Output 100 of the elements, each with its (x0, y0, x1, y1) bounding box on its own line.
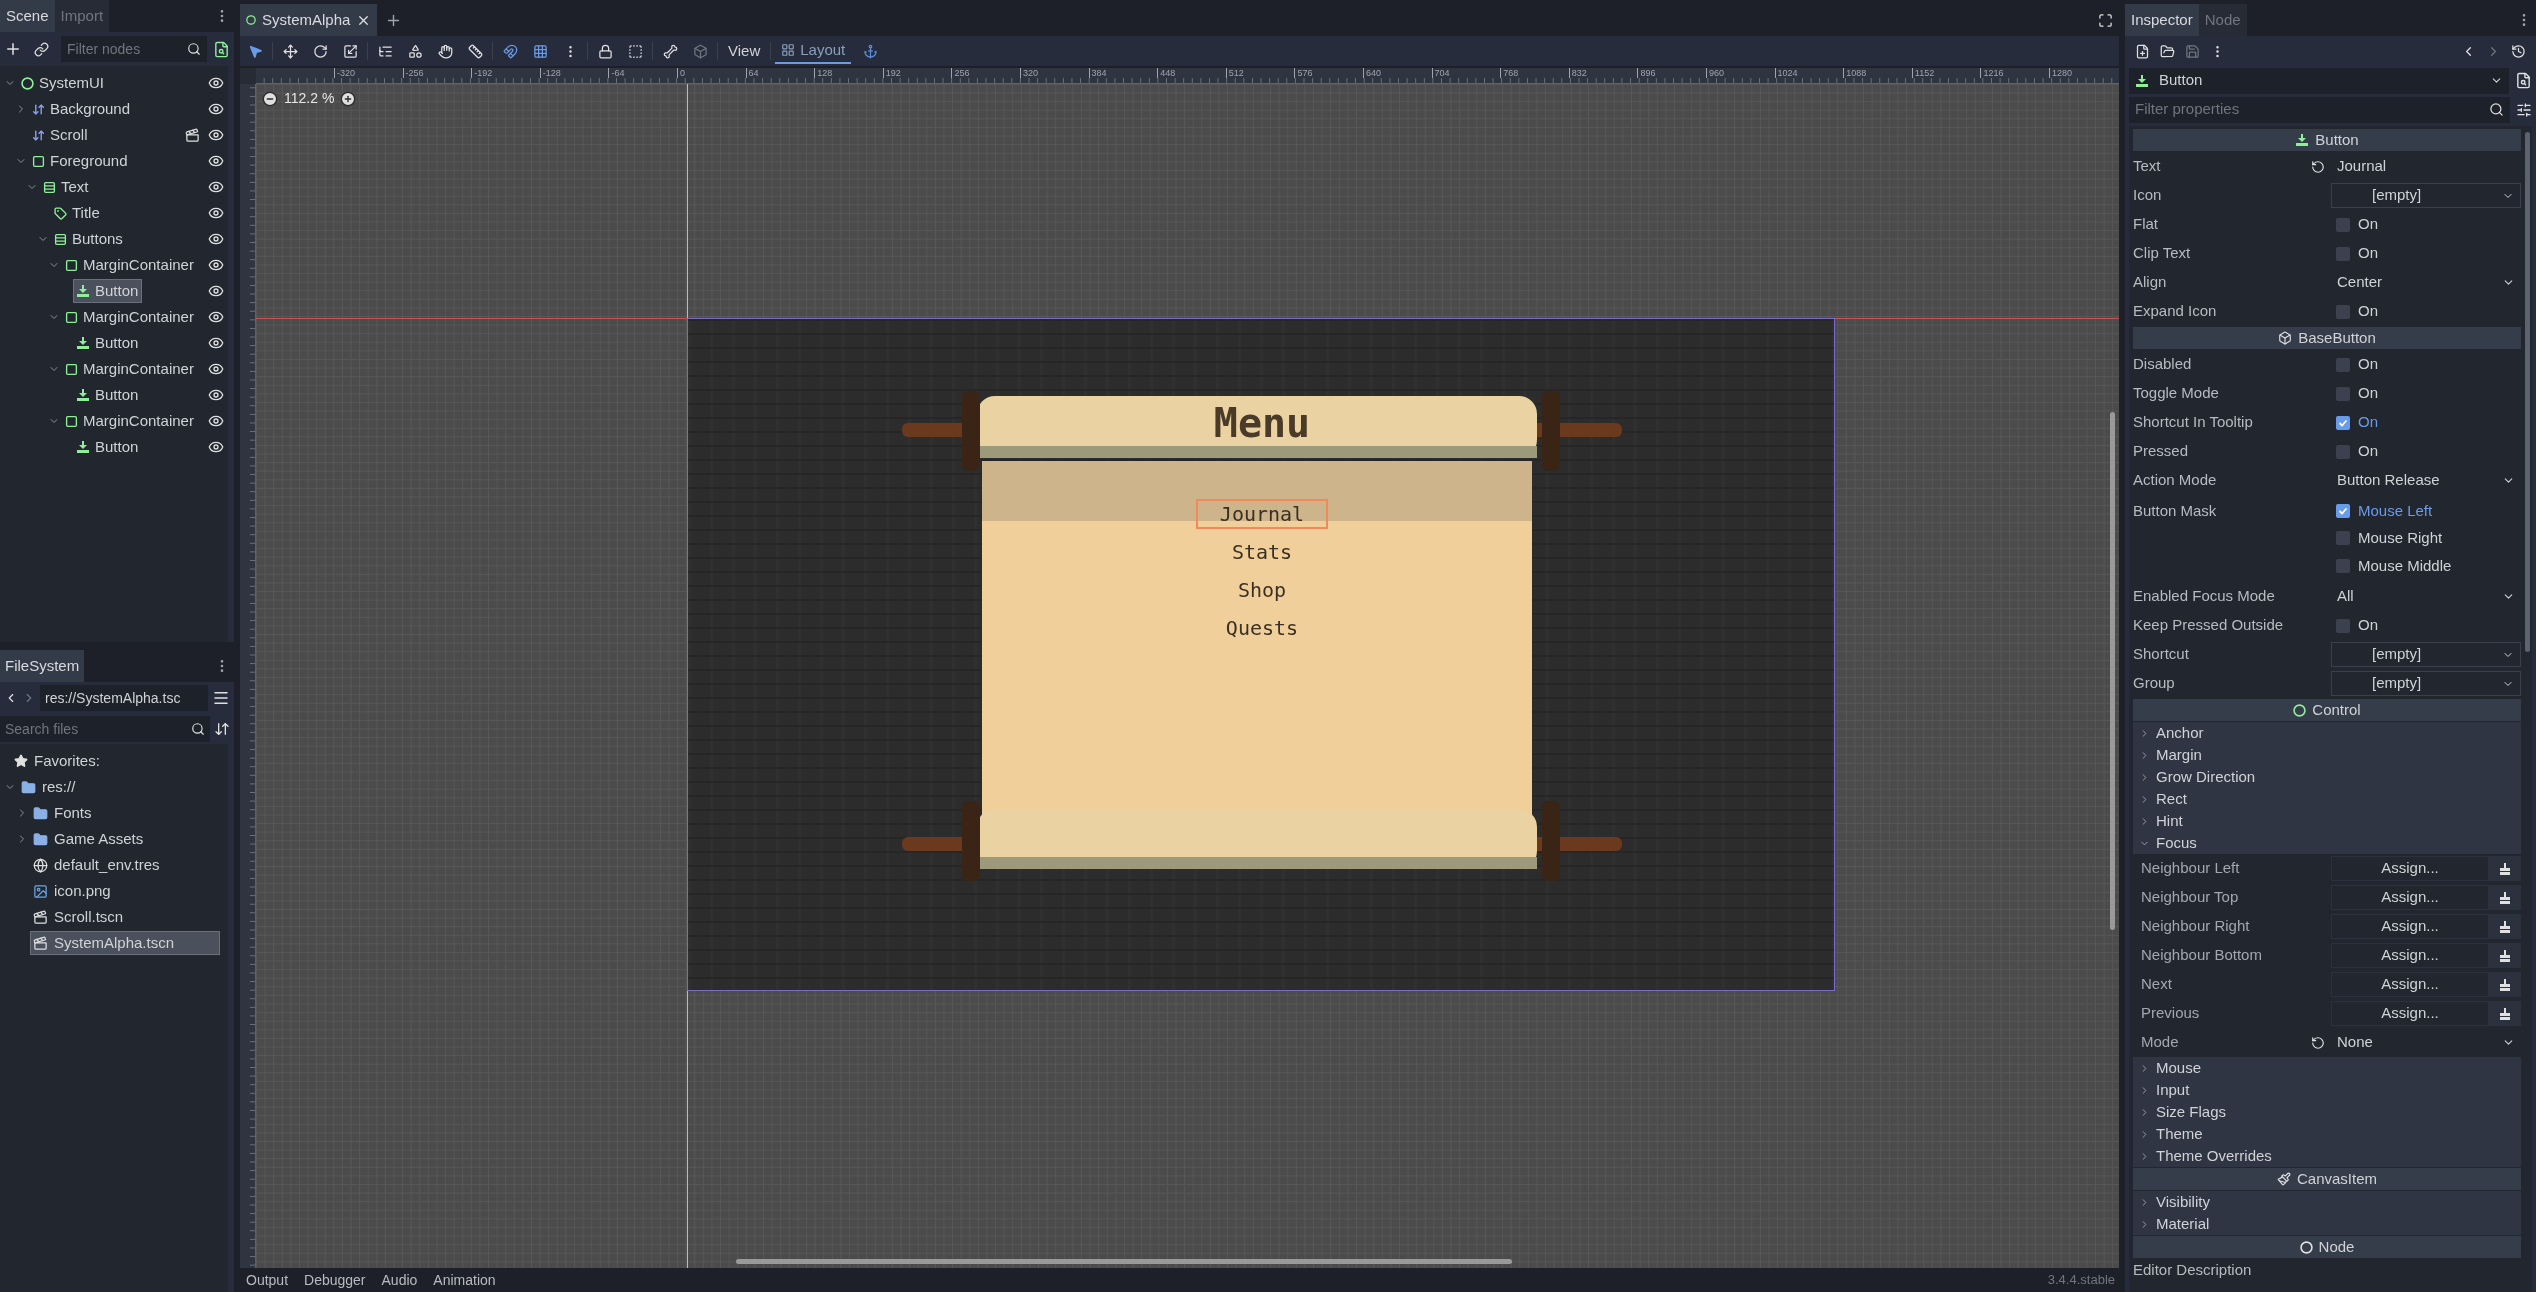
menu-button[interactable]: Journal (1195, 499, 1329, 529)
checkbox[interactable] (2336, 304, 2350, 319)
resource-picker[interactable]: [empty] (2331, 671, 2521, 696)
scale-icon[interactable] (342, 43, 358, 59)
layout-menu[interactable]: Layout (775, 38, 852, 64)
file-tree-item[interactable]: Scroll.tscn (30, 905, 220, 929)
group-select-icon[interactable] (627, 43, 643, 59)
file-tree-item[interactable]: Fonts (30, 801, 220, 825)
dock-tab[interactable]: Inspector (2125, 4, 2199, 36)
scene-tree-item[interactable]: Title (51, 201, 103, 225)
rotate-icon[interactable] (312, 43, 328, 59)
revert-icon[interactable] (2311, 159, 2325, 174)
script-add-icon[interactable] (213, 40, 230, 58)
docs-icon[interactable] (2515, 72, 2532, 89)
property-group[interactable]: Input (2133, 1079, 2521, 1101)
settings-icon[interactable] (2516, 101, 2532, 118)
visibility-eye-icon[interactable] (208, 127, 224, 143)
anchor-icon[interactable] (863, 43, 879, 59)
checkbox[interactable] (2336, 444, 2350, 459)
open-icon[interactable] (2160, 43, 2175, 59)
assign-button[interactable]: Assign... (2331, 943, 2489, 968)
resource-picker[interactable]: [empty] (2331, 642, 2521, 667)
assign-button[interactable]: Assign... (2331, 914, 2489, 939)
property-group[interactable]: Material (2133, 1213, 2521, 1235)
view-menu[interactable]: View (722, 38, 767, 64)
scene-tree-item[interactable]: Button (73, 331, 142, 355)
link-icon[interactable] (34, 41, 49, 57)
sort-icon[interactable] (214, 721, 230, 737)
history-icon[interactable] (2511, 43, 2526, 59)
property-group[interactable]: Grow Direction (2133, 766, 2521, 788)
scene-tree-item[interactable]: Button (73, 435, 142, 459)
list-tree-icon[interactable] (377, 43, 393, 59)
clear-button[interactable] (2489, 972, 2521, 997)
visibility-eye-icon[interactable] (208, 387, 224, 403)
clapperboard-icon[interactable] (185, 127, 200, 143)
bottom-panel-tab[interactable]: Debugger (298, 1269, 372, 1291)
ruler-icon[interactable] (467, 43, 483, 59)
property-group[interactable]: Margin (2133, 744, 2521, 766)
assign-button[interactable]: Assign... (2331, 856, 2489, 881)
visibility-eye-icon[interactable] (208, 335, 224, 351)
checkbox[interactable] (2336, 386, 2350, 401)
bottom-panel-tab[interactable]: Audio (375, 1269, 424, 1291)
save-icon[interactable] (2185, 43, 2200, 59)
property-group[interactable]: Rect (2133, 788, 2521, 810)
checkbox[interactable] (2336, 246, 2350, 261)
visibility-eye-icon[interactable] (208, 309, 224, 325)
clear-button[interactable] (2489, 914, 2521, 939)
property-group[interactable]: Hint (2133, 810, 2521, 832)
zoom-out-icon[interactable] (262, 90, 278, 107)
scene-tree-item[interactable]: MarginContainer (62, 409, 197, 433)
add-icon[interactable] (4, 40, 22, 58)
visibility-eye-icon[interactable] (208, 361, 224, 377)
assign-button[interactable]: Assign... (2331, 1001, 2489, 1026)
clear-button[interactable] (2489, 856, 2521, 881)
document-tab[interactable]: SystemAlpha (240, 4, 378, 36)
property-group[interactable]: Visibility (2133, 1191, 2521, 1213)
checkbox[interactable] (2336, 357, 2350, 372)
file-tree-item[interactable]: SystemAlpha.tscn (30, 931, 220, 955)
lock-icon[interactable] (597, 43, 613, 59)
checkbox[interactable] (2336, 559, 2350, 574)
revert-icon[interactable] (2311, 1035, 2325, 1050)
scene-tree-item[interactable]: Scroll (29, 123, 91, 147)
property-group[interactable]: Size Flags (2133, 1101, 2521, 1123)
scene-tree-item[interactable]: Button (73, 279, 142, 303)
zoom-level[interactable]: 112.2 % (284, 88, 335, 109)
assign-button[interactable]: Assign... (2331, 972, 2489, 997)
scene-tree-item[interactable]: MarginContainer (62, 305, 197, 329)
scene-tree-item[interactable]: MarginContainer (62, 253, 197, 277)
file-tree-item[interactable]: Game Assets (30, 827, 220, 851)
visibility-eye-icon[interactable] (208, 153, 224, 169)
visibility-eye-icon[interactable] (208, 439, 224, 455)
scene-tree-item[interactable]: Background (29, 97, 134, 121)
dock-tab[interactable]: Scene (0, 0, 55, 32)
clear-button[interactable] (2489, 1001, 2521, 1026)
fullscreen-icon[interactable] (2098, 13, 2113, 28)
filter-field[interactable]: Filter nodes (61, 36, 207, 62)
visibility-eye-icon[interactable] (208, 75, 224, 91)
split-view-icon[interactable] (212, 689, 230, 707)
new-resource-icon[interactable] (2135, 43, 2150, 59)
file-tree-item[interactable]: icon.png (30, 879, 220, 903)
menu-button[interactable]: Shop (1213, 575, 1311, 605)
visibility-eye-icon[interactable] (208, 101, 224, 117)
visibility-eye-icon[interactable] (208, 283, 224, 299)
move-icon[interactable] (282, 43, 298, 59)
file-tree-item[interactable]: res:// (18, 775, 220, 799)
property-group[interactable]: Theme (2133, 1123, 2521, 1145)
property-group[interactable]: Theme Overrides (2133, 1145, 2521, 1167)
checkbox[interactable] (2336, 618, 2350, 633)
property-group[interactable]: Anchor (2133, 722, 2521, 744)
scene-tree-item[interactable]: SystemUI (18, 71, 107, 95)
assign-button[interactable]: Assign... (2331, 885, 2489, 910)
clear-button[interactable] (2489, 885, 2521, 910)
file-tree-item[interactable]: default_env.tres (30, 853, 220, 877)
visibility-eye-icon[interactable] (208, 257, 224, 273)
property-group[interactable]: Mouse (2133, 1057, 2521, 1079)
scene-tree-item[interactable]: Foreground (29, 149, 131, 173)
checkbox[interactable] (2336, 217, 2350, 232)
checkbox[interactable] (2336, 415, 2350, 430)
visibility-eye-icon[interactable] (208, 179, 224, 195)
visibility-eye-icon[interactable] (208, 413, 224, 429)
